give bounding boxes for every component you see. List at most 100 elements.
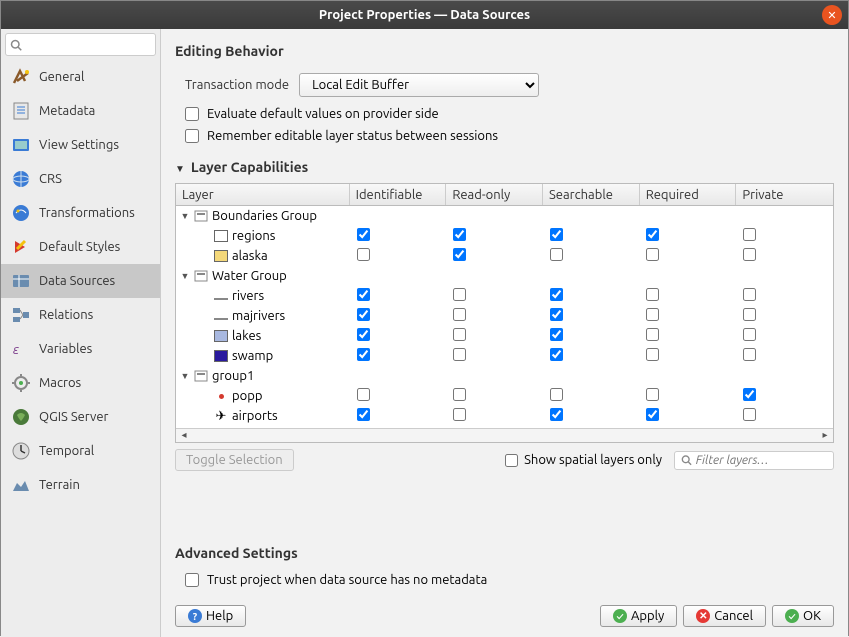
required-checkbox[interactable] <box>646 248 659 261</box>
searchable-checkbox[interactable] <box>550 348 563 361</box>
layer-capabilities-header[interactable]: Layer Capabilities <box>175 159 834 175</box>
layer-row[interactable]: majrivers <box>176 306 833 326</box>
sidebar-item-macros[interactable]: Macros <box>1 366 160 400</box>
layer-row[interactable]: rivers <box>176 286 833 306</box>
required-checkbox[interactable] <box>646 408 659 421</box>
searchable-checkbox[interactable] <box>550 248 563 261</box>
required-checkbox[interactable] <box>646 328 659 341</box>
sidebar-item-crs[interactable]: CRS <box>1 162 160 196</box>
col-required[interactable]: Required <box>640 184 737 205</box>
layer-name: popp <box>232 389 262 403</box>
sidebar: GeneralMetadata View Settings CRSTransform… <box>1 29 161 637</box>
col-private[interactable]: Private <box>736 184 833 205</box>
required-checkbox[interactable] <box>646 288 659 301</box>
eval-default-label: Evaluate default values on provider side <box>207 107 439 121</box>
sidebar-item-metadata[interactable]: Metadata <box>1 94 160 128</box>
show-spatial-checkbox[interactable] <box>505 454 518 467</box>
sidebar-item-general[interactable]: General <box>1 60 160 94</box>
layer-group-row[interactable]: ▼ Boundaries Group <box>176 206 833 226</box>
identifiable-checkbox[interactable] <box>357 388 370 401</box>
private-checkbox[interactable] <box>743 248 756 261</box>
layer-row[interactable]: regions <box>176 226 833 246</box>
identifiable-checkbox[interactable] <box>357 408 370 421</box>
private-checkbox[interactable] <box>743 408 756 421</box>
sidebar-icon <box>11 237 31 257</box>
identifiable-checkbox[interactable] <box>357 288 370 301</box>
identifiable-checkbox[interactable] <box>357 348 370 361</box>
private-checkbox[interactable] <box>743 288 756 301</box>
trust-project-checkbox[interactable] <box>185 573 199 587</box>
cancel-button[interactable]: ✕Cancel <box>683 605 766 627</box>
layer-group-row[interactable]: ▼group1 <box>176 366 833 386</box>
readonly-checkbox[interactable] <box>453 328 466 341</box>
private-checkbox[interactable] <box>743 348 756 361</box>
expander-icon[interactable]: ▼ <box>180 271 190 281</box>
filter-layers-container[interactable] <box>674 451 834 470</box>
sidebar-item-temporal[interactable]: Temporal <box>1 434 160 468</box>
searchable-checkbox[interactable] <box>550 228 563 241</box>
remember-editable-checkbox[interactable] <box>185 129 199 143</box>
identifiable-checkbox[interactable] <box>357 228 370 241</box>
sidebar-item-view-settings[interactable]: View Settings <box>1 128 160 162</box>
readonly-checkbox[interactable] <box>453 388 466 401</box>
private-checkbox[interactable] <box>743 328 756 341</box>
col-searchable[interactable]: Searchable <box>543 184 640 205</box>
toggle-selection-button[interactable]: Toggle Selection <box>175 449 294 471</box>
sidebar-item-data-sources[interactable]: Data Sources <box>1 264 160 298</box>
readonly-checkbox[interactable] <box>453 248 466 261</box>
sidebar-item-default-styles[interactable]: Default Styles <box>1 230 160 264</box>
transaction-mode-select[interactable]: Local Edit Buffer <box>299 73 539 97</box>
layer-row[interactable]: popp <box>176 386 833 406</box>
readonly-checkbox[interactable] <box>453 228 466 241</box>
sidebar-item-terrain[interactable]: Terrain <box>1 468 160 502</box>
col-identifiable[interactable]: Identifiable <box>350 184 447 205</box>
private-checkbox[interactable] <box>743 308 756 321</box>
scroll-right-icon[interactable]: ▸ <box>817 429 833 442</box>
sidebar-item-label: Temporal <box>39 444 94 458</box>
sidebar-item-qgis-server[interactable]: QGIS Server <box>1 400 160 434</box>
apply-button[interactable]: ✓Apply <box>600 605 677 627</box>
layer-row[interactable]: swamp <box>176 346 833 366</box>
layer-row[interactable]: ✈airports <box>176 406 833 426</box>
searchable-checkbox[interactable] <box>550 328 563 341</box>
identifiable-checkbox[interactable] <box>357 308 370 321</box>
layer-row[interactable]: alaska <box>176 246 833 266</box>
required-checkbox[interactable] <box>646 348 659 361</box>
search-input-container[interactable] <box>5 33 156 56</box>
apply-icon: ✓ <box>613 609 627 623</box>
private-checkbox[interactable] <box>743 228 756 241</box>
col-readonly[interactable]: Read-only <box>446 184 543 205</box>
searchable-checkbox[interactable] <box>550 408 563 421</box>
expander-icon[interactable]: ▼ <box>180 211 190 221</box>
sidebar-item-transformations[interactable]: Transformations <box>1 196 160 230</box>
required-checkbox[interactable] <box>646 228 659 241</box>
required-checkbox[interactable] <box>646 388 659 401</box>
sidebar-icon <box>11 67 31 87</box>
col-layer[interactable]: Layer <box>176 184 350 205</box>
layer-row[interactable]: lakes <box>176 326 833 346</box>
searchable-checkbox[interactable] <box>550 388 563 401</box>
readonly-checkbox[interactable] <box>453 288 466 301</box>
identifiable-checkbox[interactable] <box>357 328 370 341</box>
expander-icon[interactable]: ▼ <box>180 371 190 381</box>
searchable-checkbox[interactable] <box>550 288 563 301</box>
help-button[interactable]: ?Help <box>175 605 246 627</box>
sidebar-item-relations[interactable]: Relations <box>1 298 160 332</box>
sidebar-item-label: View Settings <box>39 138 119 152</box>
close-icon[interactable]: ✕ <box>822 5 842 25</box>
ok-button[interactable]: ✓OK <box>772 605 834 627</box>
layer-group-row[interactable]: ▼Water Group <box>176 266 833 286</box>
identifiable-checkbox[interactable] <box>357 248 370 261</box>
searchable-checkbox[interactable] <box>550 308 563 321</box>
scroll-left-icon[interactable]: ◂ <box>176 429 192 442</box>
readonly-checkbox[interactable] <box>453 408 466 421</box>
required-checkbox[interactable] <box>646 308 659 321</box>
eval-default-checkbox[interactable] <box>185 107 199 121</box>
filter-layers-input[interactable] <box>696 454 827 467</box>
search-input[interactable] <box>22 36 151 53</box>
layer-name: Boundaries Group <box>212 209 317 223</box>
sidebar-item-variables[interactable]: εVariables <box>1 332 160 366</box>
private-checkbox[interactable] <box>743 388 756 401</box>
readonly-checkbox[interactable] <box>453 308 466 321</box>
readonly-checkbox[interactable] <box>453 348 466 361</box>
